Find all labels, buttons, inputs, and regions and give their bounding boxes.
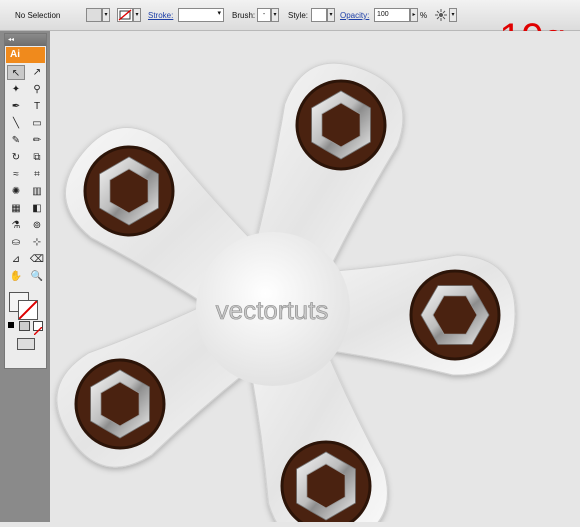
graph-icon: ▥: [32, 186, 42, 197]
zoom-tool[interactable]: 🔍: [28, 269, 46, 284]
recolor-artwork-icon[interactable]: [434, 8, 448, 22]
eyedropper-tool[interactable]: ⚗: [7, 218, 25, 233]
magic-wand-tool[interactable]: ✦: [7, 82, 25, 97]
hand-icon: ✋: [9, 271, 23, 282]
artwork: vectortuts: [56, 62, 516, 527]
bolt-bottom-left: [74, 358, 166, 450]
eraser-icon: ⌫: [29, 254, 45, 265]
center-logo-text: vectortuts: [216, 295, 329, 325]
opacity-input[interactable]: 100: [374, 8, 410, 22]
pencil-icon: ✏: [32, 135, 42, 146]
none-stroke-icon: [118, 9, 132, 21]
warp-tool[interactable]: ≈: [7, 167, 25, 182]
hand-tool[interactable]: ✋: [7, 269, 25, 284]
brush-label: Brush:: [232, 11, 256, 20]
magic-wand-icon: ✦: [11, 84, 21, 95]
color-mode-button[interactable]: [8, 322, 14, 328]
mesh-icon: ▦: [11, 203, 21, 214]
style-dropdown-arrow[interactable]: ▾: [327, 8, 335, 22]
paintbrush-icon: ✎: [11, 135, 21, 146]
eraser-tool[interactable]: ⌫: [28, 252, 46, 267]
opacity-label[interactable]: Opacity:: [340, 11, 369, 20]
lasso-icon: ⚲: [33, 84, 41, 95]
stroke-weight-field[interactable]: ▾: [178, 8, 224, 22]
tools-panel-header[interactable]: ◂◂: [5, 34, 46, 46]
fill-dropdown-arrow[interactable]: ▾: [102, 8, 110, 22]
scale-tool[interactable]: ⧉: [28, 150, 46, 165]
stroke-label[interactable]: Stroke:: [148, 11, 173, 20]
fill-swatch[interactable]: [86, 8, 102, 22]
live-paint-bucket-icon: ⛀: [11, 237, 21, 248]
lasso-tool[interactable]: ⚲: [28, 82, 46, 97]
mesh-tool[interactable]: ▦: [7, 201, 25, 216]
artboard-canvas: vectortuts: [50, 31, 580, 527]
gradient-icon: ◧: [32, 203, 42, 214]
rotate-tool[interactable]: ↻: [7, 150, 25, 165]
none-mode-button[interactable]: [33, 321, 43, 336]
slice-icon: ⊿: [11, 254, 21, 265]
free-transform-tool[interactable]: ⌗: [28, 167, 46, 182]
line-icon: ╲: [12, 118, 20, 129]
symbol-sprayer-tool[interactable]: ✺: [7, 184, 25, 199]
graph-tool[interactable]: ▥: [28, 184, 46, 199]
symbol-sprayer-icon: ✺: [11, 186, 21, 197]
bolt-bottom: [280, 440, 372, 527]
eyedropper-icon: ⚗: [11, 220, 21, 231]
control-bar: No Selection ▾ ▾ Stroke: ▾ Brush: - ▾ St…: [0, 0, 580, 31]
screen-mode-button[interactable]: [16, 338, 35, 350]
blend-icon: ⊚: [32, 220, 42, 231]
rotate-icon: ↻: [11, 152, 21, 163]
pencil-tool[interactable]: ✏: [28, 133, 46, 148]
rectangle-tool[interactable]: ▭: [28, 116, 46, 131]
brush-definition[interactable]: -: [257, 8, 271, 22]
blend-tool[interactable]: ⊚: [28, 218, 46, 233]
graphic-style-swatch[interactable]: [311, 8, 327, 22]
selection-tool[interactable]: ↖: [7, 65, 25, 80]
fill-stroke-control: [5, 290, 46, 336]
style-label: Style:: [288, 11, 309, 20]
type-icon: T: [33, 101, 41, 112]
live-paint-selection-tool[interactable]: ⊹: [28, 235, 46, 250]
stroke-swatch-arrow[interactable]: ▾: [133, 8, 141, 22]
pen-icon: ✒: [11, 101, 21, 112]
live-paint-bucket-tool[interactable]: ⛀: [7, 235, 25, 250]
none-stroke-icon: [18, 300, 38, 320]
direct-selection-tool[interactable]: ↗: [28, 65, 46, 80]
stroke-box[interactable]: [18, 300, 38, 320]
stroke-swatch[interactable]: [117, 8, 133, 22]
rectangle-icon: ▭: [32, 118, 42, 129]
paintbrush-tool[interactable]: ✎: [7, 133, 25, 148]
direct-selection-icon: ↗: [32, 67, 42, 78]
tools-panel: ◂◂ Ai ↖ ↗ ✦ ⚲ ✒ T ╲ ▭ ✎ ✏ ↻ ⧉ ≈ ⌗ ✺ ▥ ▦ ◧ ⚗ ⊚ ⛀ ⊹ ⊿ ⌫ ✋ 🔍: [4, 33, 47, 369]
bolt-top: [295, 79, 387, 171]
type-tool[interactable]: T: [28, 99, 46, 114]
free-transform-icon: ⌗: [34, 169, 40, 180]
scale-icon: ⧉: [33, 152, 41, 163]
bolt-top-left: [83, 145, 175, 237]
opacity-unit: %: [420, 11, 428, 20]
zoom-icon: 🔍: [30, 271, 44, 282]
opacity-dropdown-arrow[interactable]: ▸: [410, 8, 418, 22]
pen-tool[interactable]: ✒: [7, 99, 25, 114]
brush-dropdown-arrow[interactable]: ▾: [271, 8, 279, 22]
selection-status: No Selection: [15, 11, 61, 20]
live-paint-selection-icon: ⊹: [32, 237, 42, 248]
line-tool[interactable]: ╲: [7, 116, 25, 131]
none-icon: [33, 326, 43, 336]
tool-grid: ↖ ↗ ✦ ⚲ ✒ T ╲ ▭ ✎ ✏ ↻ ⧉ ≈ ⌗ ✺ ▥ ▦ ◧ ⚗ ⊚ ⛀ ⊹ ⊿ ⌫ ✋ 🔍: [5, 65, 46, 284]
bolt-right: [409, 269, 501, 361]
gradient-mode-button[interactable]: [19, 321, 30, 331]
warp-icon: ≈: [13, 169, 19, 180]
slice-tool[interactable]: ⊿: [7, 252, 25, 267]
selection-icon: ↖: [11, 68, 21, 79]
recolor-dropdown-arrow[interactable]: ▾: [449, 8, 457, 22]
gradient-tool[interactable]: ◧: [28, 201, 46, 216]
app-logo: Ai: [6, 47, 45, 63]
